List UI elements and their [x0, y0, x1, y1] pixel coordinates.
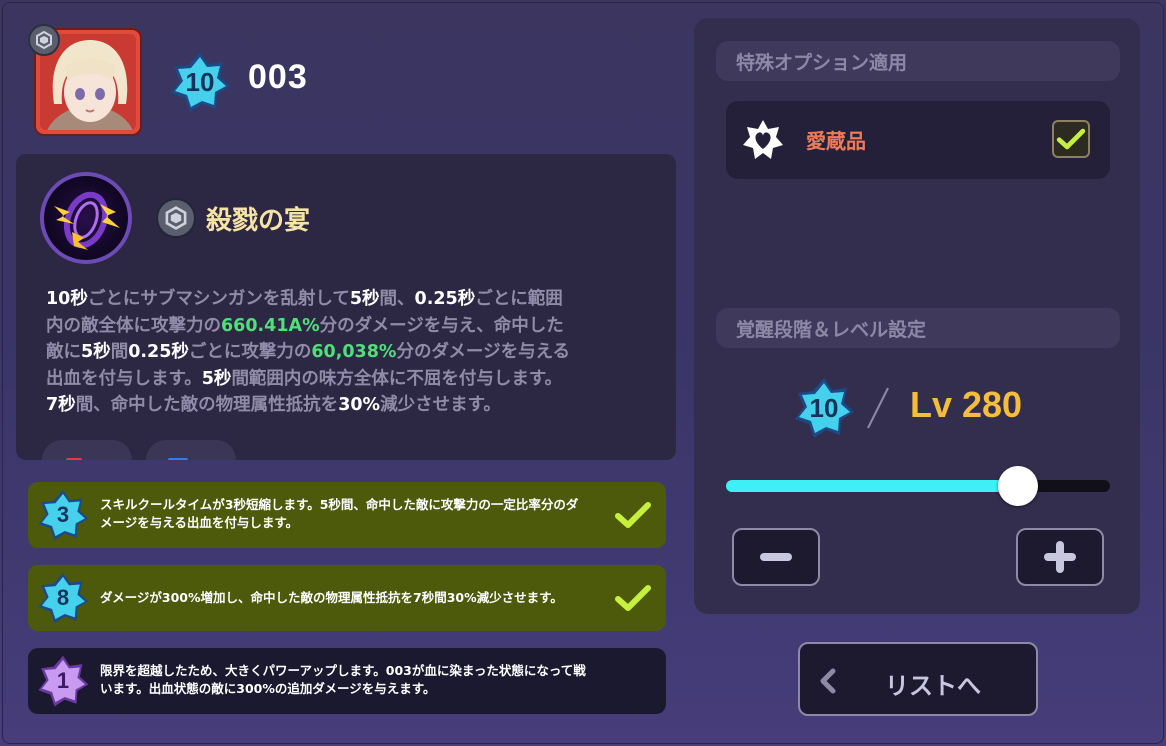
skill-description-segment: 間範囲内の味方全体に不屈を付与します。 — [231, 368, 563, 389]
enhancement-level: 8 — [56, 585, 70, 610]
collectible-checkbox[interactable] — [1052, 120, 1090, 158]
skill-description-segment: 60,038% — [311, 342, 397, 362]
level-slider-fill — [726, 480, 1018, 492]
skill-description-segment: 減少させます。 — [380, 395, 501, 415]
special-option-header: 特殊オプション適用 — [716, 41, 1120, 81]
skill-description-segment: 間、 — [379, 289, 415, 309]
hero-level-value: 10 — [185, 66, 215, 97]
back-to-list-button[interactable]: リストへ — [798, 642, 1038, 716]
skill-description-segment: 間、命中した敵の物理属性抵抗を — [75, 395, 339, 415]
hero-name: 003 — [248, 58, 308, 96]
skill-description-segment: 出血を付与します。 — [46, 368, 202, 389]
hero-level-badge: 10 — [168, 50, 232, 114]
skill-description-segment: 5秒 — [349, 289, 380, 309]
skill-description-segment: 0.25秒 — [128, 342, 189, 362]
plus-icon — [1044, 541, 1076, 573]
skill-tag-blue[interactable] — [146, 440, 236, 460]
skill-description-segment: 660.41A% — [221, 315, 320, 336]
divider-slash — [867, 387, 889, 429]
enhancement-row-1[interactable]: 3 スキルクールタイムが3秒短縮します。5秒間、命中した敵に攻撃力の一定比率分の… — [28, 482, 666, 548]
enhancement-star-icon: 8 — [36, 571, 90, 625]
skill-description-segment: 30% — [338, 395, 381, 415]
skill-description-segment: 10秒 — [46, 289, 88, 309]
skill-description-line: 7秒間、命中した敵の物理属性抵抗を30%減少させます。 — [46, 392, 656, 419]
hero-rank-icon — [28, 24, 60, 56]
enhancement-text-line: ダメージが300%増加し、命中した敵の物理属性抵抗を7秒間30%減少させます。 — [100, 590, 563, 605]
check-icon — [1056, 128, 1086, 150]
awakening-stage-value: 10 — [809, 392, 839, 423]
level-slider[interactable] — [726, 466, 1110, 506]
level-slider-handle[interactable] — [997, 466, 1038, 506]
skill-description-segment: 5秒 — [201, 368, 232, 389]
skill-description-segment: 内の敵全体に攻撃力の — [46, 315, 221, 336]
enhancement-text-line: スキルクールタイムが3秒短縮します。5秒間、命中した敵に攻撃力の一定比率分のダ — [100, 497, 579, 512]
enhancement-level: 3 — [56, 502, 70, 527]
option-label: 愛蔵品 — [806, 129, 866, 153]
awakening-stage-badge: 10 — [792, 376, 856, 440]
skill-description-segment: 分のダメージを与え、命中した — [319, 315, 564, 336]
skill-description-segment: 間 — [110, 342, 129, 362]
decrease-level-button[interactable] — [732, 528, 820, 586]
skill-description-segment: ごとにサブマシンガンを乱射して — [87, 289, 350, 309]
skill-tag-red[interactable] — [42, 440, 132, 460]
enhancement-text-line: います。出血状態の敵に300%の追加ダメージを与えます。 — [100, 681, 436, 696]
skill-description-segment: ごとに範囲 — [475, 289, 563, 309]
skill-description-segment: 0.25秒 — [414, 289, 476, 309]
awakening-header: 覚醒段階＆レベル設定 — [716, 308, 1120, 348]
enhancement-text-line: 限界を超越したため、大きくパワーアップします。003が血に染まった状態になって戦 — [100, 663, 586, 678]
skill-rank-icon — [156, 198, 196, 238]
minus-icon — [760, 553, 792, 561]
skill-description-segment: 分のダメージを与える — [396, 342, 571, 362]
skill-description-line: 敵に5秒間0.25秒ごとに攻撃力の60,038%分のダメージを与える — [46, 339, 656, 366]
enhancement-row-2[interactable]: 8 ダメージが300%増加し、命中した敵の物理属性抵抗を7秒間30%減少させます… — [28, 565, 666, 631]
skill-description-segment: 7秒 — [46, 395, 76, 415]
level-value: Lv 280 — [910, 384, 1023, 425]
check-icon — [615, 502, 651, 528]
skill-description-segment: 5秒 — [81, 342, 111, 362]
enhancement-level: 1 — [56, 668, 70, 693]
enhancement-star-icon: 1 — [36, 654, 90, 708]
skill-description-line: 10秒ごとにサブマシンガンを乱射して5秒間、0.25秒ごとに範囲 — [46, 286, 656, 313]
skill-description-segment: 敵に — [46, 342, 81, 362]
skill-description: 10秒ごとにサブマシンガンを乱射して5秒間、0.25秒ごとに範囲 内の敵全体に攻撃… — [46, 286, 656, 419]
enhancement-star-icon: 3 — [36, 488, 90, 542]
skill-description-line: 出血を付与します。5秒間範囲内の味方全体に不屈を付与します。 — [46, 366, 656, 393]
enhancement-text-line: メージを与える出血を付与します。 — [100, 515, 299, 530]
skill-title: 殺戮の宴 — [206, 206, 311, 236]
skill-icon — [40, 172, 132, 264]
back-to-list-label: リストへ — [885, 672, 981, 700]
skill-description-segment: ごとに攻撃力の — [188, 342, 312, 362]
option-row-collectible[interactable]: 愛蔵品 — [726, 101, 1110, 179]
check-icon — [615, 585, 651, 611]
increase-level-button[interactable] — [1016, 528, 1104, 586]
enhancement-row-3[interactable]: 1 限界を超越したため、大きくパワーアップします。003が血に染まった状態になっ… — [28, 648, 666, 714]
skill-description-line: 内の敵全体に攻撃力の660.41A%分のダメージを与え、命中した — [46, 313, 656, 340]
star-heart-icon — [743, 120, 783, 159]
